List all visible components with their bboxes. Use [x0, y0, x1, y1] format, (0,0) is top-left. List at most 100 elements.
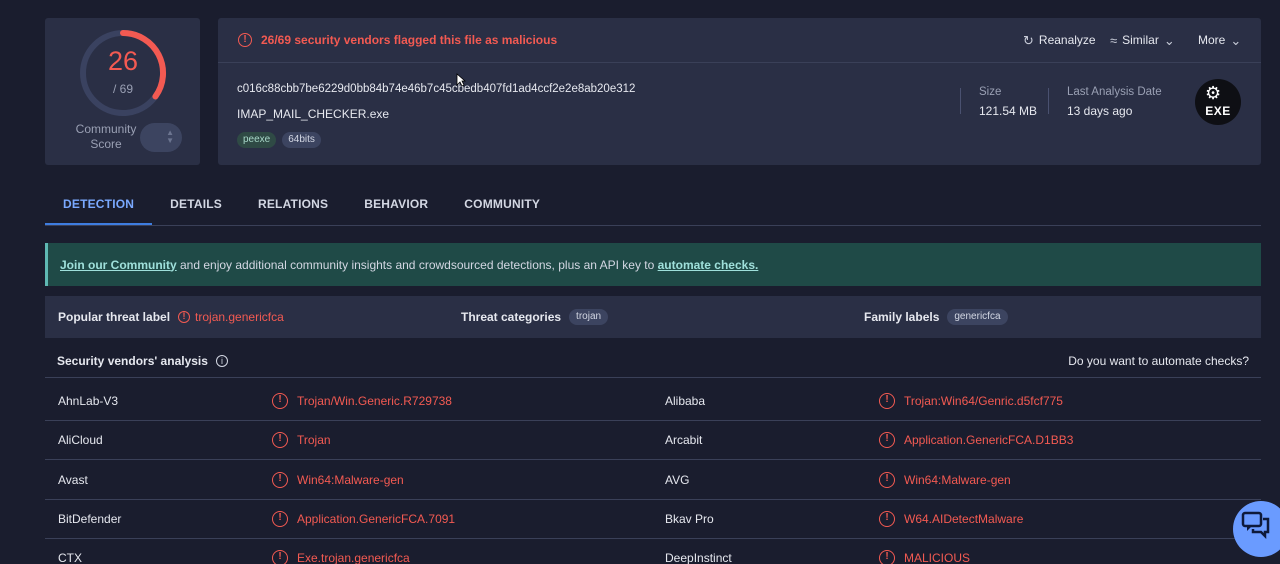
vendor-name: DeepInstinct [665, 550, 732, 564]
mouse-cursor-icon [456, 73, 466, 87]
alert-circle-icon: ! [879, 510, 895, 527]
vendor-result: ! W64.AIDetectMalware [879, 499, 1023, 538]
threat-category-pill[interactable]: trojan [569, 309, 609, 325]
vendor-row: AliCloud ! Trojan Arcabit ! Application.… [45, 420, 1261, 460]
divider [960, 88, 961, 114]
vendor-name: CTX [58, 550, 82, 564]
threat-labels-row: Popular threat label ! trojan.genericfca… [45, 296, 1261, 338]
vendor-result: ! Win64:Malware-gen [879, 460, 1011, 499]
community-score-label: Community Score [75, 122, 137, 151]
last-analysis-label: Last Analysis Date [1067, 86, 1162, 98]
family-labels-title: Family labels [864, 310, 940, 324]
vendor-result-text: Win64:Malware-gen [904, 472, 1011, 487]
vendor-result-text: Application.GenericFCA.7091 [297, 511, 456, 526]
detection-score-card: 26 / 69 Community Score ▲ ▼ [45, 18, 200, 165]
alert-circle-icon: ! [879, 431, 895, 448]
divider [1048, 88, 1049, 114]
file-tag[interactable]: 64bits [282, 132, 321, 148]
last-analysis-value: 13 days ago [1067, 104, 1133, 118]
alert-circle-icon: ! [879, 392, 895, 409]
info-icon[interactable]: i [215, 355, 228, 367]
vendor-result-text: Trojan [297, 432, 331, 447]
reanalyze-label: Reanalyze [1038, 33, 1096, 47]
vendor-result-text: Exe.trojan.genericfca [297, 550, 410, 564]
tab-behavior[interactable]: BEHAVIOR [346, 186, 446, 225]
popular-threat-title: Popular threat label [58, 310, 171, 324]
vendor-result: ! Application.GenericFCA.D1BB3 [879, 420, 1073, 459]
popular-threat-value[interactable]: ! trojan.genericfca [178, 310, 284, 324]
vendor-result-text: Trojan:Win64/Genric.d5fcf775 [904, 393, 1063, 408]
reanalyze-button[interactable]: ↻ Reanalyze [1023, 33, 1096, 47]
vendor-result: ! Trojan/Win.Generic.R729738 [272, 381, 452, 420]
alert-circle-icon: ! [272, 471, 288, 488]
alert-circle-icon: ! [238, 33, 252, 47]
vendor-name: Alibaba [665, 393, 706, 408]
file-hash[interactable]: c016c88cbb7be6229d0bb84b74e46b7c45cbedb4… [237, 83, 635, 95]
vendor-row: AhnLab-V3 ! Trojan/Win.Generic.R729738 A… [45, 381, 1261, 421]
vendor-result: ! Win64:Malware-gen [272, 460, 404, 499]
vendor-result: ! MALICIOUS [879, 538, 970, 564]
family-labels-block: Family labels genericfca [864, 296, 1008, 338]
vendor-result: ! Trojan [272, 420, 331, 459]
file-tag[interactable]: peexe [237, 132, 277, 148]
alert-circle-icon: ! [272, 510, 288, 527]
community-score-toggle[interactable]: ▲ ▼ [140, 123, 182, 152]
chat-support-button[interactable] [1233, 501, 1280, 557]
vendor-name: Avast [58, 472, 88, 487]
automate-checks-link[interactable]: automate checks. [658, 258, 759, 272]
alert-circle-icon: ! [272, 431, 288, 448]
similar-button[interactable]: ≈ Similar ⌄ [1110, 33, 1175, 47]
vendor-result: ! Application.GenericFCA.7091 [272, 499, 455, 538]
tab-detection[interactable]: DETECTION [45, 186, 153, 225]
tab-details[interactable]: DETAILS [152, 186, 240, 225]
more-button[interactable]: More ⌄ [1198, 33, 1241, 47]
vendor-row: Avast ! Win64:Malware-gen AVG ! Win64:Ma… [45, 460, 1261, 500]
community-banner: Join our Community and enjoy additional … [45, 243, 1261, 286]
alert-text: 26/69 security vendors flagged this file… [261, 33, 558, 47]
vendor-result-text: MALICIOUS [904, 550, 971, 564]
vendor-name: AhnLab-V3 [58, 393, 119, 408]
vendor-result-text: Win64:Malware-gen [297, 472, 404, 487]
alert-circle-icon: ! [879, 471, 895, 488]
alert-circle-icon: ! [272, 392, 288, 409]
malicious-alert-bar: ! 26/69 security vendors flagged this fi… [218, 18, 1261, 63]
size-label: Size [979, 86, 1002, 98]
automate-checks-prompt[interactable]: Do you want to automate checks? [1068, 354, 1249, 368]
chat-icon [1241, 511, 1270, 539]
file-type-badge: ⚙ EXE [1195, 79, 1241, 125]
refresh-icon: ↻ [1023, 32, 1034, 48]
join-community-link[interactable]: Join our Community [60, 258, 177, 272]
alert-circle-icon: ! [879, 549, 895, 564]
vendors-analysis-title: Security vendors' analysis [57, 354, 208, 368]
vendor-name: AVG [665, 472, 690, 487]
vendors-analysis-header: Security vendors' analysis i Do you want… [45, 345, 1261, 378]
more-label: More [1198, 33, 1226, 47]
alert-circle-icon: ! [272, 549, 288, 564]
file-summary-card: ! 26/69 security vendors flagged this fi… [218, 18, 1261, 165]
similar-icon: ≈ [1110, 32, 1118, 48]
alert-circle-icon: ! [178, 311, 191, 323]
tab-bar: DETECTION DETAILS RELATIONS BEHAVIOR COM… [45, 186, 558, 226]
tab-community[interactable]: COMMUNITY [446, 186, 558, 225]
vendor-result-text: Application.GenericFCA.D1BB3 [904, 432, 1074, 447]
gear-icon: ⚙ [1205, 83, 1222, 103]
vendor-row: BitDefender ! Application.GenericFCA.709… [45, 499, 1261, 539]
threat-categories-title: Threat categories [461, 310, 562, 324]
file-type-label: EXE [1205, 104, 1231, 118]
file-name: IMAP_MAIL_CHECKER.exe [237, 107, 390, 121]
vendor-result: ! Trojan:Win64/Genric.d5fcf775 [879, 381, 1063, 420]
tab-relations[interactable]: RELATIONS [240, 186, 346, 225]
vendor-name: BitDefender [58, 511, 122, 526]
vendor-name: Arcabit [665, 432, 703, 447]
popular-threat-label-block: Popular threat label ! trojan.genericfca [58, 296, 284, 338]
tabs-divider [45, 225, 1261, 226]
vendor-result-text: W64.AIDetectMalware [904, 511, 1024, 526]
vendor-name: AliCloud [58, 432, 103, 447]
detection-count: 26 [107, 46, 139, 76]
vendor-result-text: Trojan/Win.Generic.R729738 [297, 393, 452, 408]
chevron-down-icon: ⌄ [1230, 32, 1242, 48]
similar-label: Similar [1122, 33, 1159, 47]
banner-text: and enjoy additional community insights … [176, 257, 658, 272]
family-label-pill[interactable]: genericfca [947, 309, 1008, 325]
detection-total: / 69 [112, 82, 133, 96]
